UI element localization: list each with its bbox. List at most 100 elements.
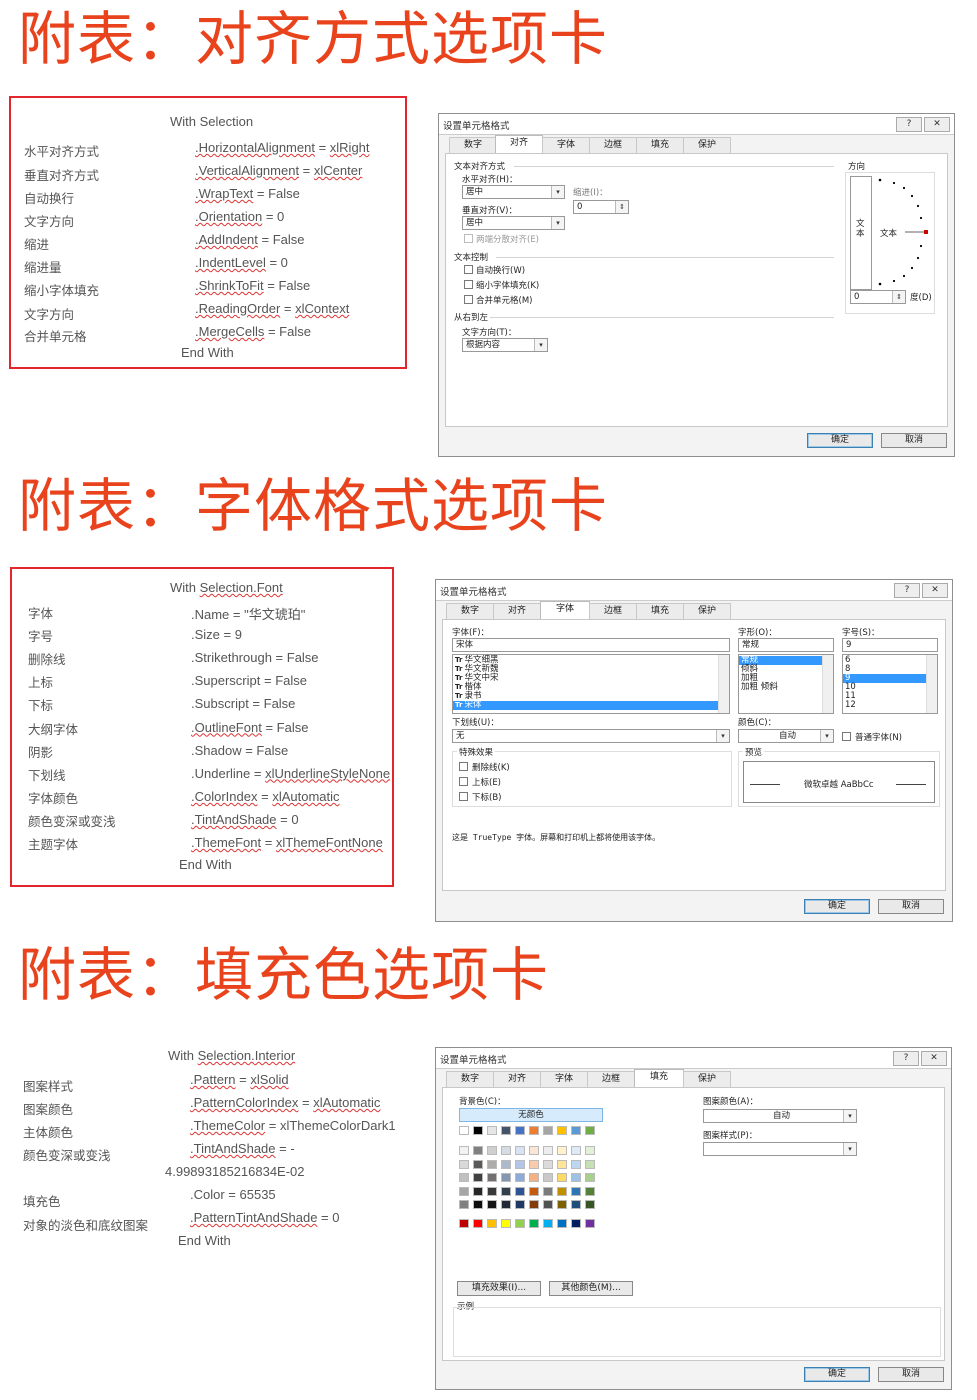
color-swatch[interactable]	[557, 1186, 567, 1196]
color-swatch[interactable]	[473, 1200, 483, 1209]
color-swatch[interactable]	[529, 1219, 539, 1228]
color-swatch[interactable]	[501, 1186, 511, 1196]
color-swatch[interactable]	[501, 1126, 511, 1135]
size-list-item[interactable]: 12	[843, 701, 937, 710]
tab-protection[interactable]: 保护	[683, 603, 731, 619]
color-swatch[interactable]	[585, 1219, 595, 1228]
color-swatch[interactable]	[543, 1146, 553, 1155]
color-swatch[interactable]	[557, 1200, 567, 1209]
scrollbar[interactable]	[718, 655, 729, 713]
color-swatch[interactable]	[501, 1173, 511, 1182]
size-list-item[interactable]: 8	[843, 665, 937, 674]
color-swatch[interactable]	[543, 1173, 553, 1182]
color-swatch[interactable]	[487, 1159, 497, 1169]
color-swatch[interactable]	[529, 1173, 539, 1182]
color-swatch[interactable]	[529, 1186, 539, 1196]
normal-font-checkbox[interactable]	[842, 732, 851, 741]
size-list-item[interactable]: 11	[843, 692, 937, 701]
color-swatch[interactable]	[529, 1159, 539, 1169]
tab-number[interactable]: 数字	[446, 603, 494, 619]
ok-button[interactable]: 确定	[807, 433, 873, 448]
color-swatch[interactable]	[473, 1159, 483, 1169]
style-input[interactable]: 常规	[738, 638, 834, 652]
color-swatch[interactable]	[473, 1173, 483, 1182]
font-list-item[interactable]: Tr 华文中宋	[453, 674, 729, 683]
color-swatch[interactable]	[557, 1219, 567, 1228]
color-swatch[interactable]	[473, 1219, 483, 1228]
color-swatch[interactable]	[585, 1200, 595, 1209]
font-input[interactable]: 宋体	[452, 638, 730, 652]
color-swatch[interactable]	[515, 1200, 525, 1209]
text-direction-select[interactable]: 根据内容 ▾	[462, 338, 548, 352]
more-colors-button[interactable]: 其他颜色(M)...	[549, 1281, 633, 1296]
color-swatch[interactable]	[515, 1219, 525, 1228]
fill-effects-button[interactable]: 填充效果(I)...	[457, 1281, 541, 1296]
tab-protection[interactable]: 保护	[683, 1071, 731, 1087]
vertical-align-select[interactable]: 居中 ▾	[462, 216, 565, 230]
close-button[interactable]: ✕	[922, 583, 948, 598]
shrink-to-fit-checkbox[interactable]	[464, 280, 473, 289]
color-swatch[interactable]	[571, 1186, 581, 1196]
tab-protection[interactable]: 保护	[683, 137, 731, 153]
color-swatch[interactable]	[487, 1186, 497, 1196]
color-swatch[interactable]	[571, 1219, 581, 1228]
pattern-color-select[interactable]: 自动 ▾	[703, 1109, 857, 1123]
help-button[interactable]: ?	[896, 117, 922, 132]
color-swatch[interactable]	[585, 1159, 595, 1169]
color-swatch[interactable]	[543, 1219, 553, 1228]
orientation-dial[interactable]: 文本	[874, 176, 930, 288]
color-swatch[interactable]	[515, 1126, 525, 1135]
color-swatch[interactable]	[501, 1200, 511, 1209]
indent-spinner[interactable]: 0 ⇕	[573, 200, 629, 214]
font-list-item[interactable]: Tr 隶书	[453, 692, 729, 701]
no-color-button[interactable]: 无颜色	[459, 1108, 603, 1122]
color-swatch[interactable]	[557, 1126, 567, 1135]
tab-fill[interactable]: 填充	[636, 137, 684, 153]
color-swatch[interactable]	[529, 1126, 539, 1135]
tab-alignment[interactable]: 对齐	[493, 1071, 541, 1087]
size-list-item[interactable]: 10	[843, 683, 937, 692]
color-swatch[interactable]	[501, 1219, 511, 1228]
close-button[interactable]: ✕	[924, 117, 950, 132]
tab-border[interactable]: 边框	[587, 1071, 635, 1087]
color-swatch[interactable]	[473, 1186, 483, 1196]
size-list-item[interactable]: 9	[843, 674, 937, 683]
color-swatch[interactable]	[487, 1126, 497, 1135]
color-swatch[interactable]	[543, 1126, 553, 1135]
ok-button[interactable]: 确定	[804, 899, 870, 914]
size-input[interactable]: 9	[842, 638, 938, 652]
color-swatch[interactable]	[501, 1159, 511, 1169]
color-swatch[interactable]	[459, 1159, 469, 1169]
color-swatch[interactable]	[571, 1146, 581, 1155]
color-swatch[interactable]	[543, 1186, 553, 1196]
color-swatch[interactable]	[585, 1126, 595, 1135]
color-swatch[interactable]	[557, 1146, 567, 1155]
color-swatch[interactable]	[501, 1146, 511, 1155]
color-swatch[interactable]	[585, 1186, 595, 1196]
tab-font[interactable]: 字体	[542, 137, 590, 153]
color-swatch[interactable]	[487, 1219, 497, 1228]
merge-cells-checkbox[interactable]	[464, 295, 473, 304]
tab-font[interactable]: 字体	[540, 1071, 588, 1087]
color-swatch[interactable]	[529, 1146, 539, 1155]
subscript-checkbox[interactable]	[459, 792, 468, 801]
tab-fill[interactable]: 填充	[634, 1069, 684, 1088]
color-swatch[interactable]	[529, 1200, 539, 1209]
vertical-text-button[interactable]: 文本	[850, 176, 872, 290]
scrollbar[interactable]	[926, 655, 937, 713]
color-swatch[interactable]	[487, 1146, 497, 1155]
cancel-button[interactable]: 取消	[878, 1367, 944, 1382]
color-swatch[interactable]	[459, 1126, 469, 1135]
color-swatch[interactable]	[557, 1159, 567, 1169]
color-swatch[interactable]	[459, 1146, 469, 1155]
tab-fill[interactable]: 填充	[636, 603, 684, 619]
color-swatch[interactable]	[459, 1219, 469, 1228]
style-list[interactable]: 常规 倾斜 加粗 加粗 倾斜	[738, 654, 834, 714]
font-list-item[interactable]: Tr 宋体	[453, 701, 729, 710]
size-list[interactable]: 6 8 9 10 11 12	[842, 654, 938, 714]
color-swatch[interactable]	[543, 1200, 553, 1209]
color-swatch[interactable]	[571, 1173, 581, 1182]
font-list-item[interactable]: Tr 楷体	[453, 683, 729, 692]
tab-alignment[interactable]: 对齐	[493, 603, 541, 619]
tab-number[interactable]: 数字	[446, 1071, 494, 1087]
